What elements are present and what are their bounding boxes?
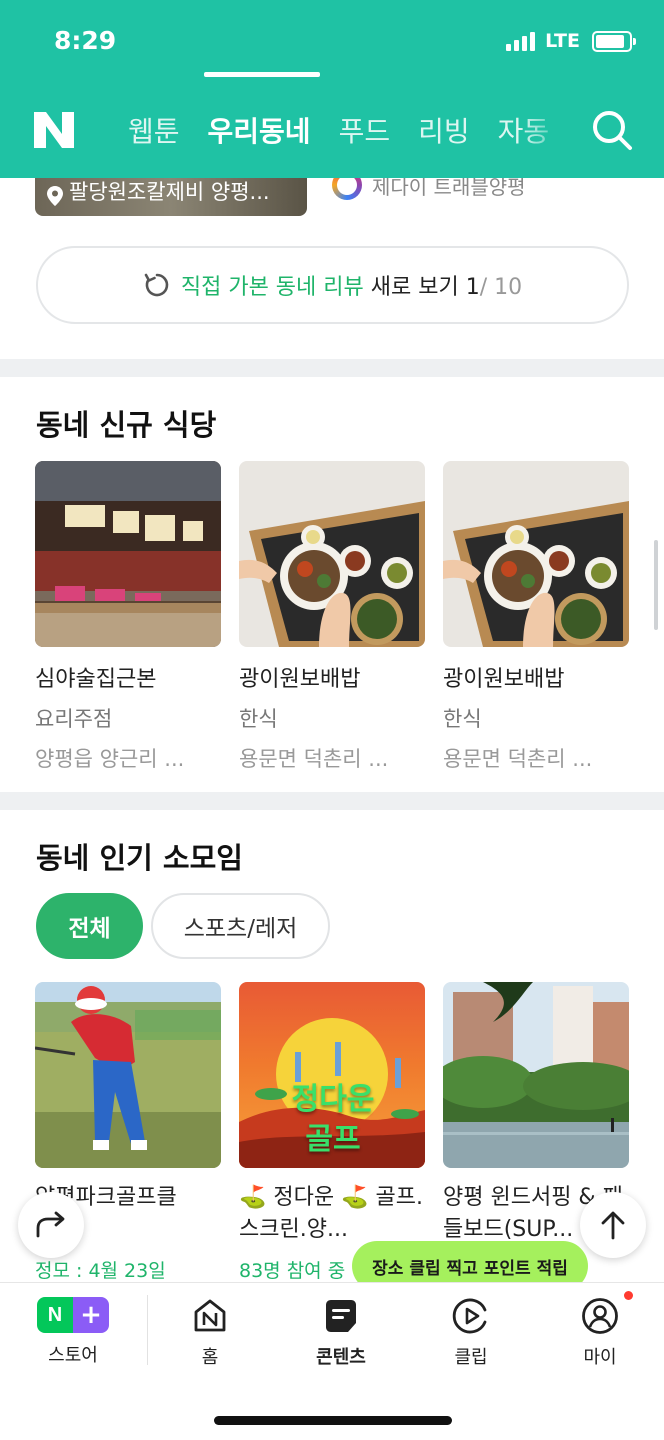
restaurant-name: 광이원보배밥: [239, 667, 361, 692]
category-nav: 웹툰 우리동네 푸드 리빙 자동: [0, 100, 664, 160]
active-tab-indicator: [204, 72, 320, 77]
arrow-up-icon: [601, 1211, 625, 1240]
bottom-nav-label: 클립: [454, 1347, 488, 1368]
tab-webtoon[interactable]: 웹툰: [128, 110, 180, 150]
restaurant-category: 한식: [443, 707, 482, 731]
club-photo-text: 정다운 골프: [291, 1082, 375, 1157]
category-tabs: 웹툰 우리동네 푸드 리빙 자동: [128, 110, 558, 150]
club-photo: 정다운 골프: [239, 982, 425, 1168]
main-content[interactable]: 팔당원조칼제비 양평... 제다이 트래블양평 직접 가본 동네 리뷰 새로 보…: [0, 178, 664, 1282]
club-card[interactable]: 정다운 골프 ⛳ 정다운 ⛳ 골프.스크린.양... 83명 참여 중: [239, 982, 425, 1282]
bottom-nav-label: 마이: [583, 1347, 617, 1368]
search-icon[interactable]: [590, 108, 634, 152]
review-button-green-text: 직접 가본 동네 리뷰: [180, 275, 364, 300]
filter-chip-all[interactable]: 전체: [36, 893, 143, 959]
bottom-nav-store[interactable]: N + 스토어: [18, 1297, 128, 1367]
naver-logo-icon[interactable]: [34, 112, 74, 148]
clip-play-icon: [452, 1298, 487, 1334]
home-indicator-bar: [214, 1416, 452, 1425]
restaurant-card[interactable]: 광이원보배밥 한식 용문면 덕촌리 ...: [443, 461, 629, 773]
tab-food[interactable]: 푸드: [339, 110, 391, 150]
bottom-nav-home[interactable]: 홈: [155, 1297, 265, 1369]
see-new-reviews-button[interactable]: 직접 가본 동네 리뷰 새로 보기 1/ 10: [36, 246, 629, 324]
status-time: 8:29: [54, 26, 117, 55]
tab-living[interactable]: 리빙: [418, 110, 470, 150]
review-total: / 10: [479, 275, 523, 300]
status-indicators: LTE: [506, 30, 636, 52]
restaurant-card[interactable]: 심야술집근본 요리주점 양평읍 양근리 ...: [35, 461, 221, 773]
previous-review-author[interactable]: 제다이 트래블양평: [332, 178, 526, 200]
tab-neighborhood[interactable]: 우리동네: [208, 110, 311, 150]
club-photo: [443, 982, 629, 1168]
section-divider: [0, 792, 664, 810]
top-header: 8:29 LTE 웹툰 우리동네 푸드 리빙 자동: [0, 0, 664, 178]
popular-clubs-title: 동네 인기 소모임: [36, 841, 243, 875]
author-name: 제다이 트래블양평: [372, 178, 526, 199]
club-photo: [35, 982, 221, 1168]
bottom-nav-contents[interactable]: 콘텐츠: [286, 1297, 396, 1369]
bottom-nav-label: 콘텐츠: [316, 1347, 366, 1368]
restaurant-address: 용문면 덕촌리 ...: [239, 747, 389, 771]
restaurant-name: 광이원보배밥: [443, 667, 565, 692]
review-button-text: 새로 보기: [370, 275, 459, 300]
restaurant-category: 요리주점: [35, 707, 113, 731]
filter-chip-sports[interactable]: 스포츠/레저: [151, 893, 330, 959]
restaurant-photo: [239, 461, 425, 647]
home-n-icon: [194, 1299, 226, 1332]
contents-icon: [326, 1300, 356, 1332]
review-page: 1: [465, 275, 480, 300]
restaurant-photo: [35, 461, 221, 647]
location-pin-icon: [47, 186, 63, 206]
store-logo-icon: N +: [37, 1297, 109, 1333]
section-divider: [0, 359, 664, 377]
refresh-icon: [144, 273, 169, 297]
bottom-nav-label: 홈: [201, 1347, 219, 1368]
battery-icon: [592, 30, 636, 52]
profile-icon: [582, 1298, 618, 1334]
share-arrow-icon: [36, 1211, 65, 1238]
scroll-to-top-button[interactable]: [580, 1192, 646, 1258]
restaurant-photo: [443, 461, 629, 647]
notification-dot: [624, 1291, 633, 1300]
restaurant-card[interactable]: 광이원보배밥 한식 용문면 덕촌리 ...: [239, 461, 425, 773]
new-restaurants-title: 동네 신규 식당: [36, 408, 217, 442]
bottom-nav-separator: [147, 1295, 148, 1365]
restaurant-category: 한식: [239, 707, 278, 731]
bottom-nav-clip[interactable]: 클립: [416, 1297, 526, 1369]
tabs-fade: [520, 100, 570, 160]
bottom-nav-label: 스토어: [48, 1345, 98, 1366]
previous-review-place: 팔당원조칼제비 양평...: [69, 180, 270, 204]
restaurant-address: 용문면 덕촌리 ...: [443, 747, 593, 771]
scrollbar[interactable]: [654, 540, 658, 630]
club-title: ⛳ 정다운 ⛳ 골프.스크린.양...: [239, 1185, 423, 1242]
restaurant-name: 심야술집근본: [35, 667, 157, 692]
share-button[interactable]: [18, 1192, 84, 1258]
author-avatar: [332, 178, 362, 200]
network-type: LTE: [545, 30, 580, 52]
signal-icon: [506, 31, 536, 51]
restaurant-address: 양평읍 양근리 ...: [35, 747, 185, 771]
previous-review-thumbnail[interactable]: 팔당원조칼제비 양평...: [35, 178, 307, 216]
club-meta: 정모 : 4월 23일: [35, 1260, 166, 1282]
bottom-nav-my[interactable]: 마이: [545, 1291, 655, 1369]
